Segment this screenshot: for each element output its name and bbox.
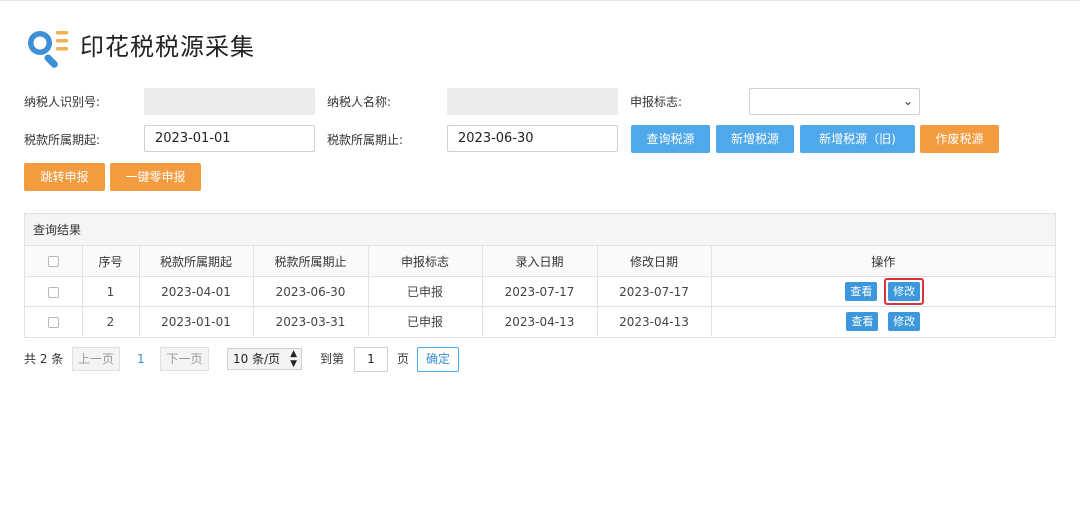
row-end: 2023-06-30 xyxy=(253,276,369,307)
confirm-page-button[interactable]: 确定 xyxy=(417,347,459,372)
row-actions: 查看 修改 xyxy=(711,307,1055,337)
col-header-modified: 修改日期 xyxy=(597,246,712,277)
results-panel: 查询结果 序号 税款所属期起 税款所属期止 申报标志 录入日期 修改日期 操作 … xyxy=(24,213,1056,338)
void-button[interactable]: 作废税源 xyxy=(920,125,999,153)
row-start: 2023-01-01 xyxy=(139,306,254,336)
taxpayer-id-field[interactable] xyxy=(144,88,315,115)
pagination-total: 共 2 条 xyxy=(24,352,64,366)
row-actions: 查看 修改 xyxy=(711,276,1055,307)
page-number-current[interactable]: 1 xyxy=(137,347,145,371)
page-size-value: 10 条/页 xyxy=(233,352,281,366)
row-modified: 2023-04-13 xyxy=(597,306,712,336)
col-header-start: 税款所属期起 xyxy=(139,246,254,277)
table-header-row: 序号 税款所属期起 税款所属期止 申报标志 录入日期 修改日期 操作 xyxy=(25,246,1055,277)
chevron-down-icon: ⌄ xyxy=(902,94,913,108)
period-end-input[interactable]: 2023-06-30 xyxy=(447,125,618,152)
taxpayer-id-label: 纳税人识别号: xyxy=(24,95,101,109)
results-table: 序号 税款所属期起 税款所属期止 申报标志 录入日期 修改日期 操作 1 202… xyxy=(25,246,1055,336)
goto-label: 到第 xyxy=(320,352,345,366)
edit-highlight: 修改 xyxy=(884,278,925,305)
view-button[interactable]: 查看 xyxy=(846,312,879,331)
row-checkbox[interactable] xyxy=(47,316,59,328)
period-start-input[interactable]: 2023-01-01 xyxy=(144,125,315,152)
results-title: 查询结果 xyxy=(25,214,1055,246)
col-header-no: 序号 xyxy=(82,246,140,277)
row-flag: 已申报 xyxy=(368,306,483,336)
search-list-icon xyxy=(28,31,68,68)
prev-page-button[interactable]: 上一页 xyxy=(72,347,120,371)
row-flag: 已申报 xyxy=(368,276,483,307)
jump-declare-button[interactable]: 跳转申报 xyxy=(24,163,105,191)
edit-button[interactable]: 修改 xyxy=(888,312,921,331)
up-down-arrows-icon: ▲ ▼ xyxy=(290,349,297,369)
next-page-button[interactable]: 下一页 xyxy=(160,347,209,371)
col-header-flag: 申报标志 xyxy=(368,246,483,277)
page-unit-label: 页 xyxy=(397,352,410,366)
declare-flag-select[interactable]: ⌄ xyxy=(749,88,920,115)
taxpayer-name-label: 纳税人名称: xyxy=(327,95,392,109)
add-button[interactable]: 新增税源 xyxy=(716,125,794,153)
row-end: 2023-03-31 xyxy=(253,306,369,336)
select-all-cell[interactable] xyxy=(25,246,83,277)
declare-flag-label: 申报标志: xyxy=(630,95,683,109)
col-header-entry: 录入日期 xyxy=(482,246,598,277)
page-title: 印花税税源采集 xyxy=(80,33,255,61)
col-header-end: 税款所属期止 xyxy=(253,246,369,277)
taxpayer-name-field[interactable] xyxy=(447,88,618,115)
col-header-actions: 操作 xyxy=(711,246,1055,277)
row-modified: 2023-07-17 xyxy=(597,276,712,307)
row-no: 2 xyxy=(82,306,140,336)
period-end-label: 税款所属期止: xyxy=(327,133,404,147)
row-no: 1 xyxy=(82,276,140,307)
period-start-label: 税款所属期起: xyxy=(24,133,101,147)
goto-page-input[interactable]: 1 xyxy=(354,347,388,372)
query-button[interactable]: 查询税源 xyxy=(631,125,710,153)
page-size-select[interactable]: 10 条/页 ▲ ▼ xyxy=(227,348,302,370)
row-start: 2023-04-01 xyxy=(139,276,254,307)
add-old-button[interactable]: 新增税源（旧) xyxy=(800,125,915,153)
row-entry: 2023-07-17 xyxy=(482,276,598,307)
edit-button[interactable]: 修改 xyxy=(888,282,921,301)
row-checkbox[interactable] xyxy=(47,286,59,298)
table-row: 1 2023-04-01 2023-06-30 已申报 2023-07-17 2… xyxy=(25,276,1055,307)
view-button[interactable]: 查看 xyxy=(845,282,878,301)
row-entry: 2023-04-13 xyxy=(482,306,598,336)
select-all-checkbox[interactable] xyxy=(47,256,59,267)
table-row: 2 2023-01-01 2023-03-31 已申报 2023-04-13 2… xyxy=(25,306,1055,337)
zero-declare-button[interactable]: 一键零申报 xyxy=(110,163,201,191)
